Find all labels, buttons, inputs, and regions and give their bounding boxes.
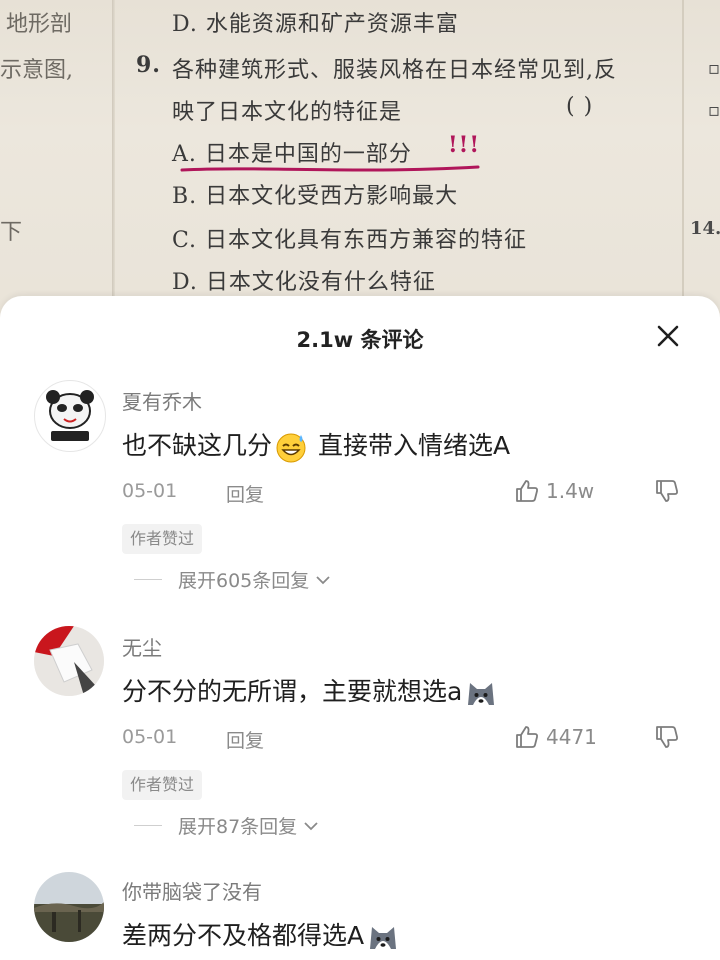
- close-icon[interactable]: [652, 320, 684, 352]
- left-column-text: 地形剖: [6, 12, 73, 37]
- divider: [134, 579, 162, 580]
- like-count: 4471: [546, 725, 597, 749]
- comment-text-part: 直接带入情绪选A: [310, 431, 511, 460]
- textbook-photo: 地形剖 示意图, 下 D. 水能资源和矿产资源丰富 9. 各种建筑形式、服装风格…: [0, 0, 720, 330]
- chevron-down-icon: [304, 821, 318, 830]
- page-fold-right: [682, 0, 684, 330]
- option-b: B. 日本文化受西方影响最大: [172, 184, 459, 209]
- comment-text-part: 差两分不及格都得选A: [122, 921, 365, 950]
- reply-button[interactable]: 回复: [226, 480, 264, 507]
- expand-replies-label: 展开605条回复: [178, 570, 310, 592]
- username[interactable]: 无尘: [122, 632, 162, 661]
- question-line-2: 映了日本文化的特征是: [172, 100, 403, 125]
- divider: [134, 825, 162, 826]
- grinning-sweat-emoji: [276, 433, 306, 463]
- author-liked-badge: 作者赞过: [122, 770, 203, 800]
- avatar[interactable]: [34, 872, 104, 942]
- author-liked-badge: 作者赞过: [122, 524, 203, 554]
- avatar[interactable]: [34, 380, 106, 452]
- expand-replies-button[interactable]: 展开605条回复: [134, 566, 333, 593]
- option-d: D. 日本文化没有什么特征: [172, 270, 436, 295]
- right-column-number: 14.: [690, 218, 720, 239]
- right-column-fragment: ▫: [708, 58, 720, 79]
- question-number: 9.: [136, 52, 161, 78]
- handwritten-underline: [180, 165, 480, 172]
- left-column-text: 示意图,: [0, 58, 73, 83]
- right-column-fragment: ▫: [708, 100, 720, 121]
- option-c: C. 日本文化具有东西方兼容的特征: [172, 228, 528, 253]
- comment-text: 差两分不及格都得选A: [122, 916, 402, 953]
- comment-text: 分不分的无所谓，主要就想选a: [122, 672, 500, 709]
- comment-text: 也不缺这几分 直接带入情绪选A: [122, 426, 510, 463]
- username[interactable]: 你带脑袋了没有: [122, 876, 262, 905]
- comment-item: 你带脑袋了没有 差两分不及格都得选A: [0, 870, 720, 960]
- thumbs-down-icon[interactable]: [654, 724, 680, 750]
- comment-item: 无尘 分不分的无所谓，主要就想选a 05-01 回复 4471 作者赞过 展开8…: [0, 624, 720, 844]
- comment-date: 05-01: [122, 480, 178, 502]
- comment-text-part: 也不缺这几分: [122, 431, 273, 460]
- question-line-1: 各种建筑形式、服装风格在日本经常见到,反: [172, 58, 617, 83]
- expand-replies-label: 展开87条回复: [178, 816, 298, 838]
- like-button[interactable]: 4471: [514, 724, 597, 750]
- left-column-text: 下: [0, 220, 23, 245]
- husky-dog-emoji: [468, 683, 495, 705]
- chevron-down-icon: [316, 575, 330, 584]
- answer-parentheses: ( ): [566, 94, 594, 119]
- username[interactable]: 夏有乔木: [122, 386, 202, 415]
- comment-text-part: 分不分的无所谓，主要就想选a: [122, 677, 463, 706]
- reply-button[interactable]: 回复: [226, 726, 264, 753]
- previous-option-d: D. 水能资源和矿产资源丰富: [172, 12, 459, 37]
- comment-count-title: 2.1w 条评论: [296, 328, 424, 352]
- avatar[interactable]: [34, 626, 104, 696]
- page-fold: [112, 0, 115, 330]
- thumbs-up-icon: [516, 480, 538, 502]
- husky-dog-emoji: [370, 927, 397, 949]
- thumbs-down-icon[interactable]: [654, 478, 680, 504]
- comment-item: 夏有乔木 也不缺这几分 直接带入情绪选A 05-01 回复 1.4w 作者赞过 …: [0, 378, 720, 598]
- like-button[interactable]: 1.4w: [514, 478, 594, 504]
- thumbs-up-icon: [516, 726, 538, 748]
- like-count: 1.4w: [546, 479, 595, 503]
- comment-sheet: 2.1w 条评论 夏有乔木 也不缺这几分 直接带入情绪选A 05-01 回复 1…: [0, 296, 720, 960]
- expand-replies-button[interactable]: 展开87条回复: [134, 812, 321, 839]
- option-a-marks: !!!: [448, 132, 480, 158]
- comment-date: 05-01: [122, 726, 178, 748]
